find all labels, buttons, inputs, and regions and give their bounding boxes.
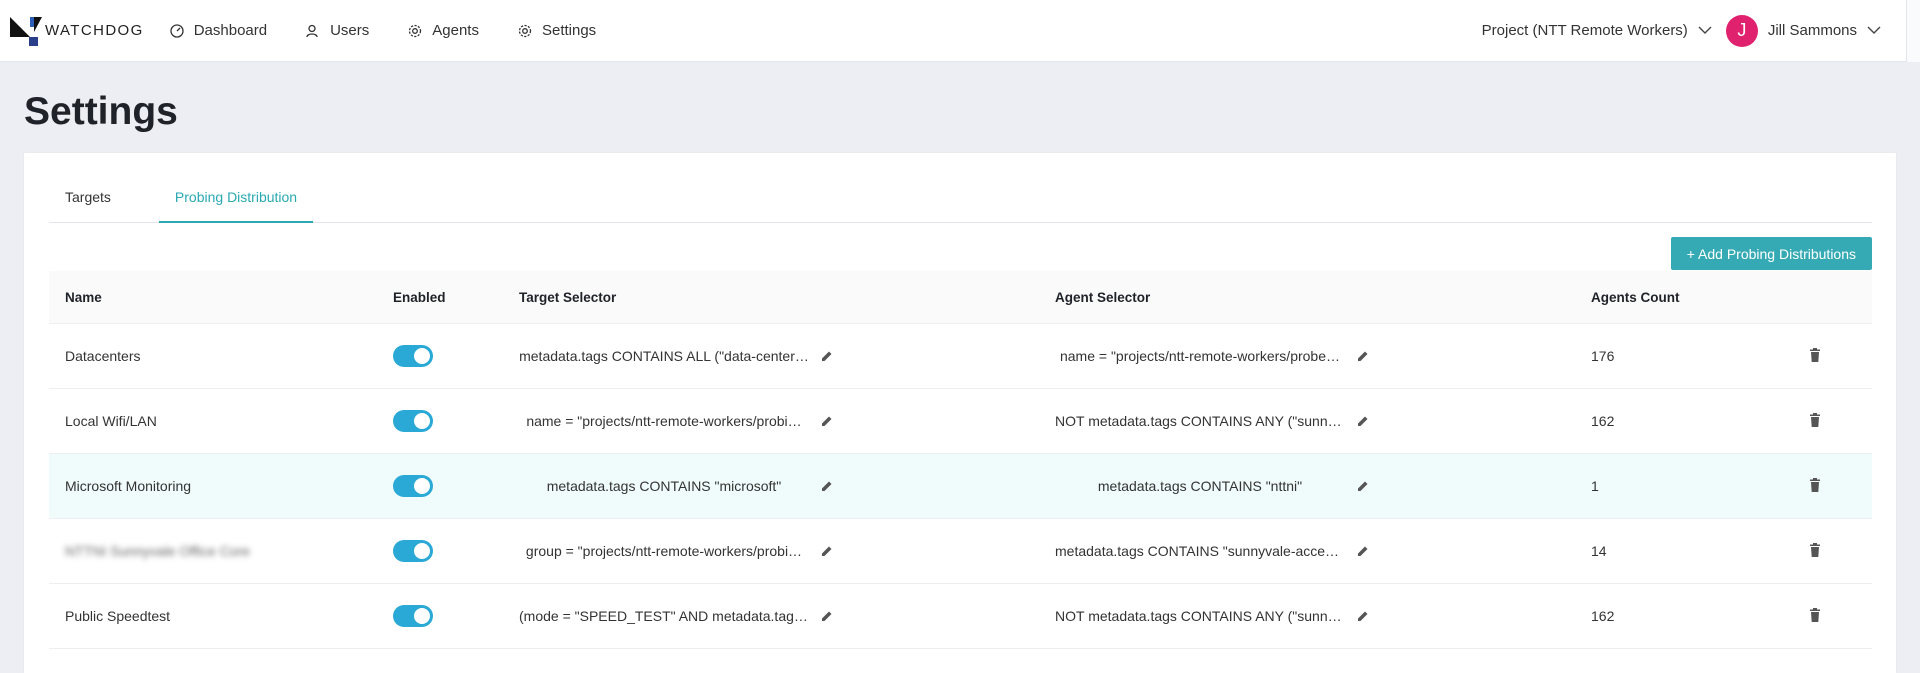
delete-button[interactable]: [1809, 607, 1821, 625]
pencil-icon: [1358, 351, 1368, 361]
agent-selector-value: metadata.tags CONTAINS "sunnyvale-acces…: [1055, 543, 1345, 559]
settings-card: Targets Probing Distribution + Add Probi…: [24, 153, 1896, 673]
users-icon: [306, 24, 318, 37]
user-menu[interactable]: J Jill Sammons: [1725, 14, 1881, 47]
table-row[interactable]: NTTNI Sunnyvale Office Core group = "pro…: [49, 519, 1872, 584]
nav-dashboard[interactable]: Dashboard: [170, 22, 267, 39]
row-name: Datacenters: [65, 348, 141, 364]
enabled-toggle[interactable]: [393, 410, 433, 432]
edit-agent-selector-button[interactable]: [1357, 610, 1369, 622]
tab-bar: Targets Probing Distribution: [49, 183, 1872, 223]
agent-selector-value: name = "projects/ntt-remote-workers/prob…: [1059, 348, 1341, 364]
add-probing-distributions-button[interactable]: + Add Probing Distributions: [1670, 237, 1872, 270]
delete-button[interactable]: [1809, 542, 1821, 560]
main-nav: Dashboard Users Agents Settings: [170, 0, 635, 61]
edit-target-selector-button[interactable]: [821, 350, 833, 362]
row-name: Microsoft Monitoring: [65, 478, 192, 494]
header-right: Project (NTT Remote Workers) J Jill Samm…: [1482, 0, 1920, 61]
enabled-toggle[interactable]: [393, 475, 433, 497]
header-agents-count: Agents Count: [1591, 289, 1680, 305]
enabled-toggle[interactable]: [393, 345, 433, 367]
nav-agents[interactable]: Agents: [408, 22, 479, 39]
chevron-down-icon: [1698, 26, 1712, 34]
edit-agent-selector-button[interactable]: [1357, 415, 1369, 427]
trash-icon: [1810, 542, 1820, 557]
row-name: Local Wifi/LAN: [65, 413, 157, 429]
pencil-icon: [1358, 481, 1368, 491]
scrollbar[interactable]: [1906, 0, 1920, 62]
probing-distribution-table: Name Enabled Target Selector Agent Selec…: [49, 271, 1872, 649]
target-selector-value: metadata.tags CONTAINS ALL ("data-center…: [519, 348, 809, 364]
edit-agent-selector-button[interactable]: [1357, 350, 1369, 362]
table-row[interactable]: Local Wifi/LAN name = "projects/ntt-remo…: [49, 389, 1872, 454]
edit-target-selector-button[interactable]: [821, 610, 833, 622]
nav-dashboard-label: Dashboard: [193, 22, 268, 39]
nav-users[interactable]: Users: [306, 22, 369, 39]
agents-count: 162: [1591, 608, 1615, 624]
table-row[interactable]: Microsoft Monitoring metadata.tags CONTA…: [49, 454, 1872, 519]
agent-selector-value: NOT metadata.tags CONTAINS ANY ("sunny…: [1055, 413, 1345, 429]
table-header: Name Enabled Target Selector Agent Selec…: [49, 271, 1872, 324]
agents-gear-icon: [409, 24, 422, 37]
header-target-selector: Target Selector: [519, 289, 617, 305]
logo-text: WATCHDOG: [45, 22, 144, 39]
target-selector-value: (mode = "SPEED_TEST" AND metadata.tags…: [519, 608, 809, 624]
target-selector-value: group = "projects/ntt-remote-workers/pro…: [525, 543, 803, 559]
trash-icon: [1810, 607, 1820, 622]
edit-target-selector-button[interactable]: [821, 415, 833, 427]
edit-agent-selector-button[interactable]: [1357, 480, 1369, 492]
agent-selector-value: metadata.tags CONTAINS "nttni": [1097, 478, 1303, 494]
nav-settings[interactable]: Settings: [518, 22, 596, 39]
tab-targets[interactable]: Targets: [49, 183, 127, 223]
row-name: NTTNI Sunnyvale Office Core: [65, 543, 250, 559]
target-selector-value: name = "projects/ntt-remote-workers/prob…: [526, 413, 802, 429]
user-name: Jill Sammons: [1767, 22, 1857, 39]
pencil-icon: [822, 481, 832, 491]
delete-button[interactable]: [1809, 477, 1821, 495]
avatar: J: [1725, 14, 1758, 47]
dashboard-icon: [170, 23, 184, 38]
agents-count: 176: [1591, 348, 1615, 364]
pencil-icon: [822, 611, 832, 621]
watchdog-logo-icon: [10, 16, 42, 46]
agents-count: 162: [1591, 413, 1615, 429]
nav-users-label: Users: [330, 22, 370, 39]
table-row[interactable]: Public Speedtest (mode = "SPEED_TEST" AN…: [49, 584, 1872, 649]
nav-settings-label: Settings: [541, 22, 597, 39]
chevron-down-icon: [1867, 26, 1881, 34]
delete-button[interactable]: [1809, 412, 1821, 430]
agent-selector-value: NOT metadata.tags CONTAINS ANY ("sunny…: [1055, 608, 1345, 624]
edit-target-selector-button[interactable]: [821, 480, 833, 492]
pencil-icon: [1358, 611, 1368, 621]
settings-gear-icon: [518, 24, 532, 37]
pencil-icon: [1358, 546, 1368, 556]
agents-count: 14: [1591, 543, 1607, 559]
header-agent-selector: Agent Selector: [1055, 289, 1151, 305]
delete-button[interactable]: [1809, 347, 1821, 365]
top-navbar: WATCHDOG Dashboard Users Agents Settings…: [0, 0, 1920, 62]
enabled-toggle[interactable]: [393, 540, 433, 562]
edit-target-selector-button[interactable]: [821, 545, 833, 557]
pencil-icon: [822, 416, 832, 426]
trash-icon: [1810, 477, 1820, 492]
target-selector-value: metadata.tags CONTAINS "microsoft": [546, 478, 782, 494]
enabled-toggle[interactable]: [393, 605, 433, 627]
agents-count: 1: [1591, 478, 1599, 494]
pencil-icon: [1358, 416, 1368, 426]
header-enabled: Enabled: [393, 289, 446, 305]
row-name: Public Speedtest: [65, 608, 171, 624]
header-name[interactable]: Name: [49, 290, 377, 305]
trash-icon: [1810, 412, 1820, 427]
pencil-icon: [822, 351, 832, 361]
tab-probing-distribution[interactable]: Probing Distribution: [158, 183, 314, 223]
logo[interactable]: WATCHDOG: [9, 14, 144, 48]
page-title: Settings: [24, 90, 178, 133]
trash-icon: [1810, 347, 1820, 362]
pencil-icon: [822, 546, 832, 556]
project-name: Project (NTT Remote Workers): [1481, 22, 1688, 39]
table-row[interactable]: Datacenters metadata.tags CONTAINS ALL (…: [49, 324, 1872, 389]
project-selector[interactable]: Project (NTT Remote Workers): [1482, 22, 1712, 39]
nav-agents-label: Agents: [432, 22, 479, 39]
edit-agent-selector-button[interactable]: [1357, 545, 1369, 557]
